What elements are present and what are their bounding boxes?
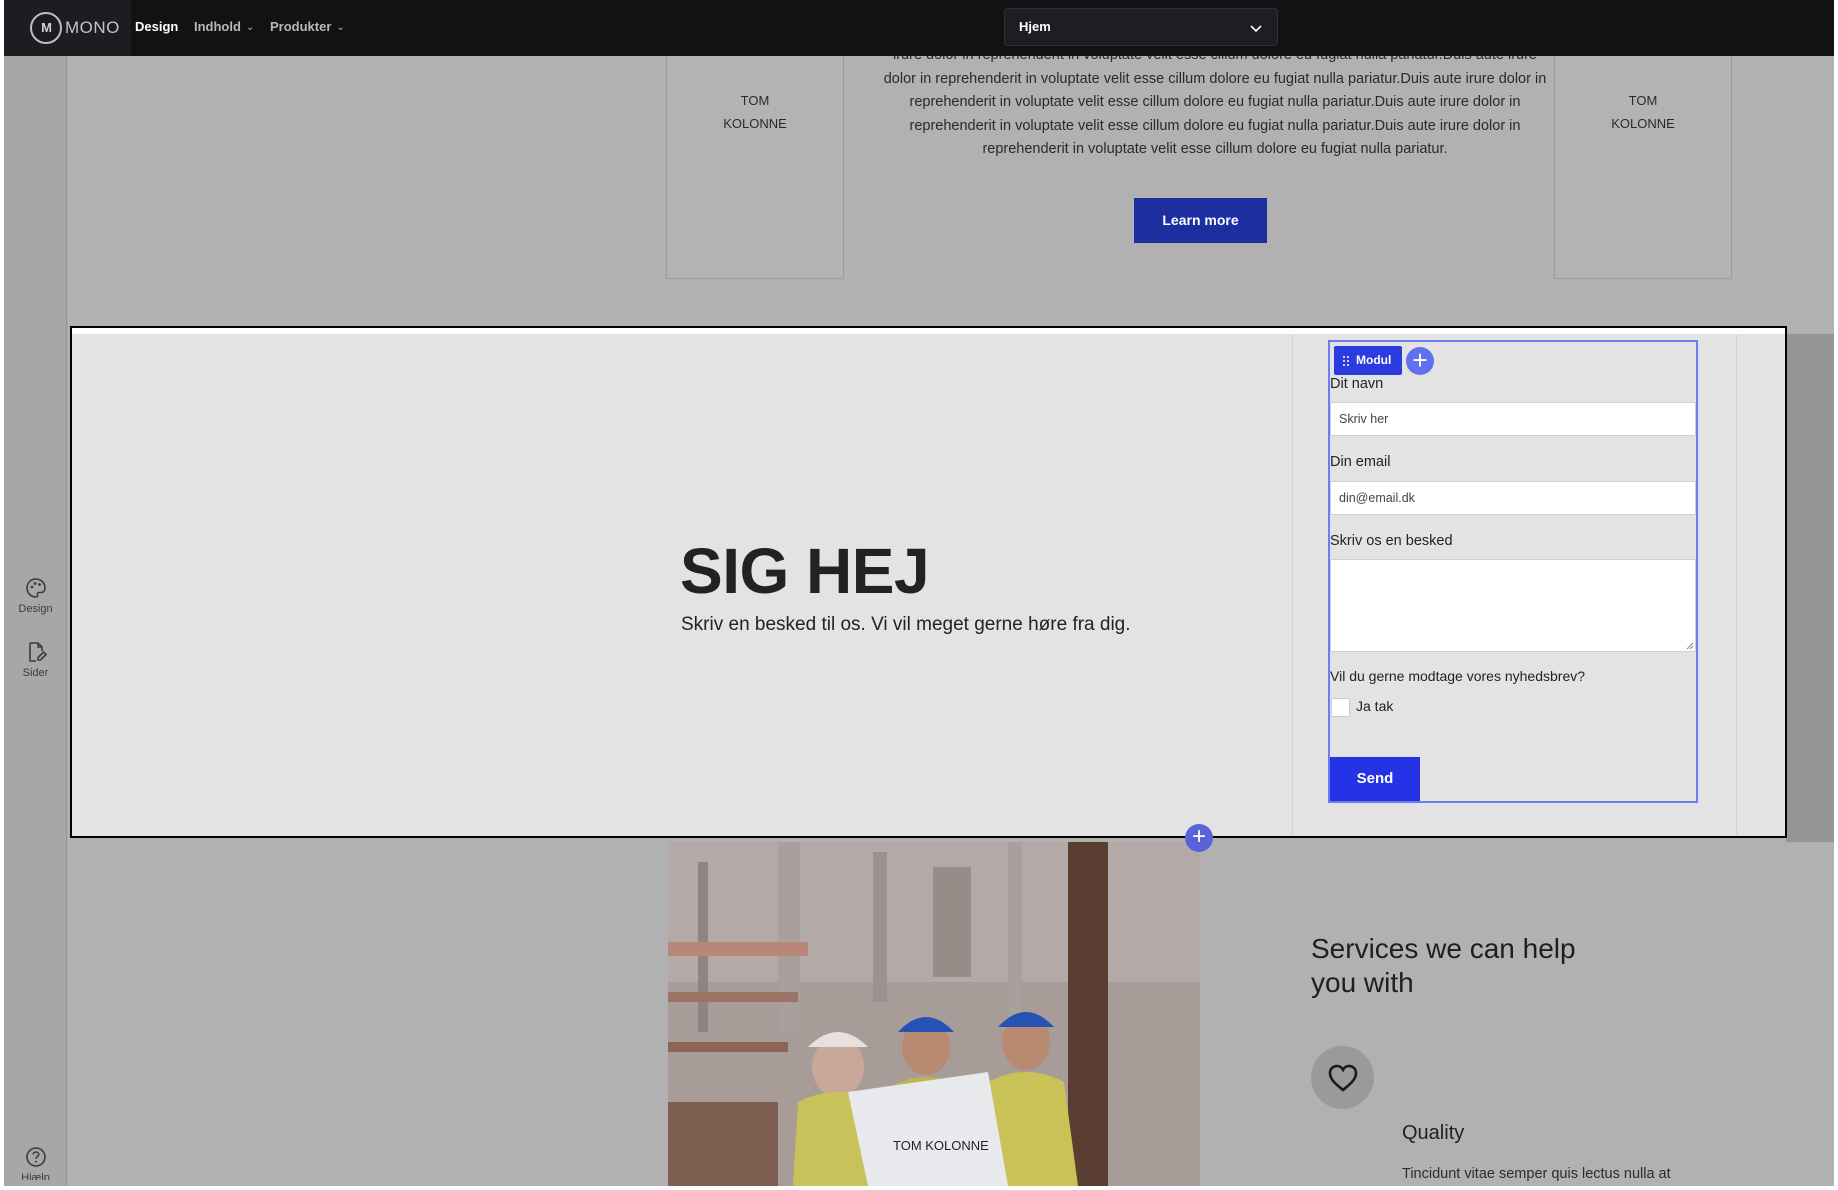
selected-contact-section[interactable]: SIG HEJ Skriv en besked til os. Vi vil m… xyxy=(70,326,1787,838)
logo-text: MONO xyxy=(65,17,120,37)
module-tag-label: Modul xyxy=(1356,353,1392,367)
nav-indhold[interactable]: Indhold ⌄ xyxy=(194,0,254,56)
learn-more-button[interactable]: Learn more xyxy=(1134,198,1267,243)
section-gutter xyxy=(1786,334,1834,842)
left-sidebar: Design Sider Hjælp xyxy=(4,56,67,1186)
add-module-button[interactable]: + xyxy=(1406,347,1434,375)
photo-column-label: TOM KOLONNE xyxy=(893,1138,989,1153)
editor-canvas: TOM KOLONNE TOM KOLONNE irure dolor in r… xyxy=(68,46,1834,1186)
plus-icon: + xyxy=(1191,823,1206,850)
module-tag[interactable]: Modul xyxy=(1334,346,1402,375)
drag-handle-icon[interactable] xyxy=(1342,355,1350,367)
chevron-down-icon xyxy=(1250,25,1262,33)
service-title: Quality xyxy=(1402,1122,1465,1144)
construction-workers-image xyxy=(668,842,1200,1186)
nav-design-label: Design xyxy=(135,19,179,34)
empty-column-right[interactable]: TOM KOLONNE xyxy=(1554,46,1732,279)
name-label: Dit navn xyxy=(1330,376,1384,392)
sidebar-item-sider-label: Sider xyxy=(22,667,49,679)
email-field[interactable]: din@email.dk xyxy=(1330,481,1696,515)
top-navigation-bar: M MONO Design Indhold ⌄ Produkter ⌄ Hjem xyxy=(4,0,1834,56)
help-icon xyxy=(25,1147,46,1167)
sidebar-item-design-label: Design xyxy=(18,603,53,615)
section-subheading: Skriv en besked til os. Vi vil meget ger… xyxy=(681,614,1131,635)
nav-produkter[interactable]: Produkter ⌄ xyxy=(270,0,345,56)
body-line: reprehenderit in voluptate velit esse ci… xyxy=(909,117,1521,134)
add-section-button[interactable]: + xyxy=(1185,824,1213,852)
body-line: reprehenderit in voluptate velit esse ci… xyxy=(982,141,1448,157)
send-button[interactable]: Send xyxy=(1330,757,1420,801)
services-title: Services we can help you with xyxy=(1311,933,1576,998)
quality-icon-circle xyxy=(1311,1046,1374,1109)
resize-handle-icon[interactable] xyxy=(1686,642,1694,650)
workers-photo[interactable]: TOM KOLONNE xyxy=(668,842,1200,1186)
empty-column-left[interactable]: TOM KOLONNE xyxy=(666,46,844,279)
logo-mark: M xyxy=(30,11,62,44)
checkbox-label: Ja tak xyxy=(1356,698,1394,714)
logo[interactable]: M MONO xyxy=(30,11,120,44)
newsletter-checkbox[interactable] xyxy=(1331,698,1350,717)
newsletter-label: Vil du gerne modtage vores nyhedsbrev? xyxy=(1330,668,1586,684)
body-text: irure dolor in reprehenderit in voluptat… xyxy=(862,44,1568,162)
body-line: dolor in reprehenderit in voluptate veli… xyxy=(883,70,1547,87)
nav-produkter-label: Produkter xyxy=(270,19,332,34)
message-textarea[interactable] xyxy=(1330,559,1696,652)
form-module[interactable]: Modul + Dit navn Skriv her Din email din… xyxy=(1328,340,1698,803)
body-line: reprehenderit in voluptate velit esse ci… xyxy=(909,94,1521,110)
nav-design[interactable]: Design xyxy=(135,0,178,56)
nav-indhold-label: Indhold xyxy=(194,19,241,34)
chevron-down-icon: ⌄ xyxy=(336,22,345,33)
sidebar-item-sider[interactable]: Sider xyxy=(4,641,67,679)
name-field[interactable]: Skriv her xyxy=(1330,402,1696,436)
chevron-down-icon: ⌄ xyxy=(245,22,255,33)
section-heading: SIG HEJ xyxy=(680,535,930,607)
sidebar-help-label: Hjælp xyxy=(21,1172,50,1180)
app-window: M MONO Design Indhold ⌄ Produkter ⌄ Hjem D… xyxy=(4,0,1834,1186)
page-edit-icon xyxy=(28,642,47,662)
plus-icon: + xyxy=(1412,345,1428,375)
page-select-dropdown[interactable]: Hjem xyxy=(1004,8,1278,46)
sidebar-item-design[interactable]: Design xyxy=(4,577,67,615)
palette-icon xyxy=(25,578,46,598)
heart-icon xyxy=(1328,1064,1358,1092)
service-description: Tincidunt vitae semper quis lectus nulla… xyxy=(1402,1166,1671,1182)
page-select-value: Hjem xyxy=(1019,19,1051,34)
sidebar-help[interactable]: Hjælp xyxy=(4,1146,67,1180)
email-label: Din email xyxy=(1330,454,1391,470)
message-label: Skriv os en besked xyxy=(1330,533,1453,549)
